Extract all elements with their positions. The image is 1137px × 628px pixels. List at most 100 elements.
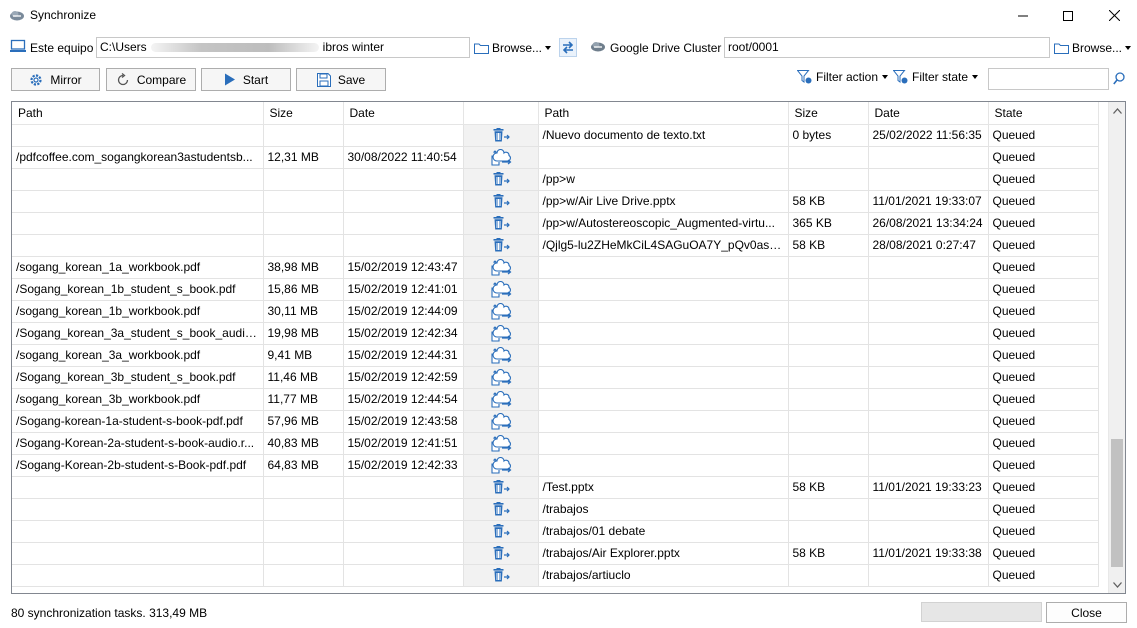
right-path-cell: /Test.pptx	[538, 476, 789, 499]
mirror-button[interactable]: Mirror	[11, 68, 100, 91]
chevron-up-icon	[1112, 107, 1122, 114]
left-size-cell	[263, 476, 344, 499]
column-header-state[interactable]: State	[988, 102, 1099, 125]
vertical-scrollbar[interactable]	[1108, 102, 1125, 593]
column-header-right-path[interactable]: Path	[538, 102, 789, 125]
table-row[interactable]: /Sogang_korean_3b_student_s_book.pdf 11,4…	[12, 366, 1099, 389]
right-size-cell	[788, 366, 869, 389]
state-cell: Queued	[988, 212, 1099, 235]
right-date-cell	[868, 388, 989, 411]
compare-button[interactable]: Compare	[106, 68, 196, 91]
scroll-thumb[interactable]	[1111, 439, 1123, 567]
right-size-cell: 58 KB	[788, 234, 869, 257]
scroll-up-button[interactable]	[1109, 102, 1125, 119]
right-path-cell: /trabajos/01 debate	[538, 520, 789, 543]
close-icon	[1108, 10, 1120, 21]
table-row[interactable]: /Sogang_korean_1b_student_s_book.pdf 15,8…	[12, 278, 1099, 301]
left-path-cell	[12, 542, 264, 565]
table-row[interactable]: /Sogang-Korean-2b-student-s-Book-pdf.pdf…	[12, 454, 1099, 477]
trash-icon	[493, 194, 510, 208]
table-row[interactable]: /pp>w/Air Live Drive.pptx 58 KB 11/01/2021…	[12, 190, 1099, 213]
right-date-cell	[868, 278, 989, 301]
column-header-right-date[interactable]: Date	[868, 102, 989, 125]
right-size-cell: 58 KB	[788, 476, 869, 499]
filter-action-button[interactable]: Filter action	[797, 70, 889, 84]
search-input[interactable]	[988, 68, 1109, 90]
left-path-end: ibros winter	[322, 40, 385, 54]
left-browse-button[interactable]: Browse...	[474, 37, 552, 58]
start-button[interactable]: Start	[201, 68, 291, 91]
action-cell	[463, 322, 539, 345]
table-row[interactable]: /Sogang_korean_3a_student_s_book_audio.z…	[12, 322, 1099, 345]
table-row[interactable]: /Test.pptx 58 KB 11/01/2021 19:33:23 Queued	[12, 476, 1099, 499]
save-label: Save	[337, 72, 366, 87]
right-path-cell	[538, 322, 789, 345]
action-cell	[463, 124, 539, 147]
left-path-cell	[12, 476, 264, 499]
right-size-cell	[788, 344, 869, 367]
cloud-sync-app-icon	[10, 11, 24, 21]
upload-cloud-icon	[490, 412, 511, 430]
right-browse-button[interactable]: Browse...	[1054, 37, 1132, 58]
column-header-action[interactable]	[463, 102, 539, 125]
column-header-left-date[interactable]: Date	[343, 102, 464, 125]
table-row[interactable]: /pdfcoffee.com_sogangkorean3astudentsb..…	[12, 146, 1099, 169]
close-button[interactable]: Close	[1046, 602, 1127, 623]
table-row[interactable]: /sogang_korean_1b_workbook.pdf 30,11 MB 15…	[12, 300, 1099, 323]
left-location-label: Este equipo	[30, 41, 94, 55]
state-cell: Queued	[988, 476, 1099, 499]
close-window-button[interactable]	[1091, 0, 1137, 31]
save-button[interactable]: Save	[296, 68, 386, 91]
table-row[interactable]: /Qjlg5-lu2ZHeMkCiL4SAGuOA7Y_pQv0asau... 5…	[12, 234, 1099, 257]
left-path-cell: /Sogang_korean_1b_student_s_book.pdf	[12, 278, 264, 301]
left-date-cell: 30/08/2022 11:40:54	[343, 146, 464, 169]
left-path-cell	[12, 124, 264, 147]
left-path-cell	[12, 190, 264, 213]
right-path-input[interactable]: root/0001	[724, 37, 1050, 58]
left-date-cell	[343, 124, 464, 147]
right-browse-label: Browse...	[1072, 40, 1123, 55]
column-header-right-size[interactable]: Size	[788, 102, 869, 125]
state-cell: Queued	[988, 124, 1099, 147]
table-row[interactable]: /Sogang-Korean-2a-student-s-book-audio.r…	[12, 432, 1099, 455]
scroll-down-button[interactable]	[1109, 576, 1125, 593]
state-cell: Queued	[988, 520, 1099, 543]
left-date-cell	[343, 520, 464, 543]
column-header-left-size[interactable]: Size	[263, 102, 344, 125]
table-row[interactable]: /sogang_korean_1a_workbook.pdf 38,98 MB 15…	[12, 256, 1099, 279]
left-size-cell: 12,31 MB	[263, 146, 344, 169]
right-date-cell	[868, 322, 989, 345]
sync-task-grid[interactable]: Path Size Date Path Size Date State /Nue…	[11, 101, 1126, 594]
state-cell: Queued	[988, 146, 1099, 169]
maximize-button[interactable]	[1045, 0, 1091, 31]
left-size-cell	[263, 168, 344, 191]
search-icon[interactable]	[1113, 72, 1125, 85]
table-row[interactable]: /trabajos/artiuclo Queued	[12, 564, 1099, 587]
right-size-cell	[788, 388, 869, 411]
right-date-cell: 11/01/2021 19:33:07	[868, 190, 989, 213]
state-cell: Queued	[988, 300, 1099, 323]
table-row[interactable]: /trabajos/01 debate Queued	[12, 520, 1099, 543]
table-row[interactable]: /trabajos/Air Explorer.pptx 58 KB 11/01/20…	[12, 542, 1099, 565]
left-path-input[interactable]: C:\Users ibros winter	[96, 37, 470, 58]
left-date-cell: 15/02/2019 12:42:59	[343, 366, 464, 389]
table-row[interactable]: /sogang_korean_3a_workbook.pdf 9,41 MB 15/…	[12, 344, 1099, 367]
column-header-left-path[interactable]: Path	[12, 102, 264, 125]
header-row: Path Size Date Path Size Date State	[12, 102, 1099, 125]
table-row[interactable]: /sogang_korean_3b_workbook.pdf 11,77 MB 15…	[12, 388, 1099, 411]
filter-state-button[interactable]: Filter state	[893, 70, 979, 84]
right-path-cell	[538, 432, 789, 455]
minimize-button[interactable]	[1000, 0, 1046, 31]
action-cell	[463, 300, 539, 323]
right-path-cell	[538, 410, 789, 433]
table-row[interactable]: /Sogang-korean-1a-student-s-book-pdf.pdf…	[12, 410, 1099, 433]
table-row[interactable]: /pp>w/Autostereoscopic_Augmented-virtu..…	[12, 212, 1099, 235]
table-row[interactable]: /Nuevo documento de texto.txt 0 bytes 25/0…	[12, 124, 1099, 147]
left-path-cell: /sogang_korean_3b_workbook.pdf	[12, 388, 264, 411]
table-row[interactable]: /pp>w Queued	[12, 168, 1099, 191]
left-size-cell	[263, 124, 344, 147]
swap-locations-button[interactable]	[559, 38, 577, 57]
left-size-cell: 30,11 MB	[263, 300, 344, 323]
window-title: Synchronize	[30, 8, 97, 22]
table-row[interactable]: /trabajos Queued	[12, 498, 1099, 521]
